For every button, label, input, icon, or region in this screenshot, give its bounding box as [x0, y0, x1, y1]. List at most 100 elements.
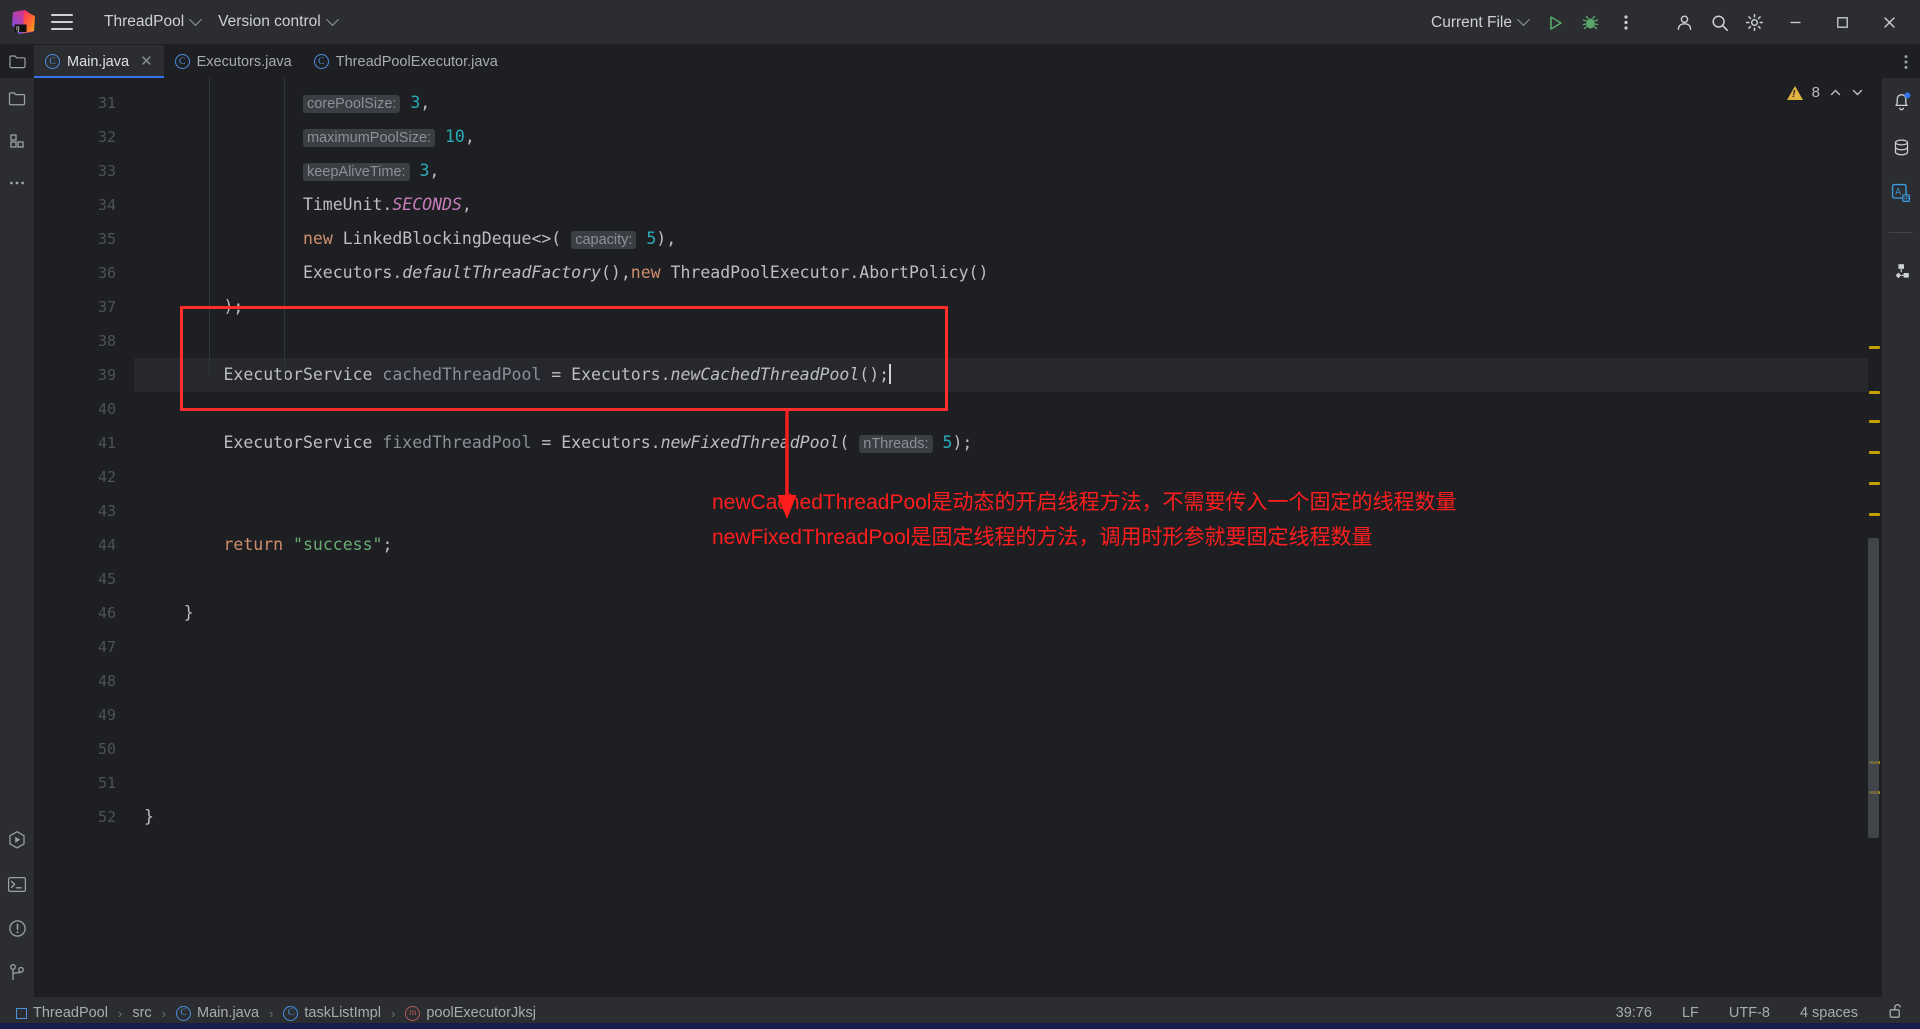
gear-icon — [1745, 13, 1764, 32]
breadcrumb-item-src[interactable]: src — [128, 1003, 155, 1023]
close-icon — [1884, 17, 1895, 28]
settings-button[interactable] — [1738, 6, 1771, 39]
indent-label[interactable]: 4 spaces — [1795, 1002, 1863, 1024]
editor-tab-executors-java[interactable]: C Executors.java — [164, 45, 303, 78]
breadcrumb-label: src — [132, 1005, 152, 1021]
version-control-tool-window-button[interactable] — [6, 961, 28, 983]
warning-stripe-mark[interactable] — [1869, 391, 1880, 394]
code-line-32[interactable]: maximumPoolSize: 10, — [134, 120, 1868, 154]
line-number[interactable]: 32 — [34, 120, 134, 154]
editor-tab-main-java[interactable]: C Main.java ✕ — [34, 45, 164, 78]
line-number[interactable]: 38 — [34, 324, 134, 358]
code-line-36[interactable]: Executors.defaultThreadFactory(),new Thr… — [134, 256, 1868, 290]
code-line-40[interactable] — [134, 392, 1868, 426]
line-number[interactable]: 46 — [34, 596, 134, 630]
line-number[interactable]: 39 — [34, 358, 134, 392]
warning-stripe-mark[interactable] — [1869, 346, 1880, 349]
account-button[interactable] — [1668, 6, 1701, 39]
database-tool-window-button[interactable] — [1890, 136, 1912, 158]
code-line-45[interactable] — [134, 562, 1868, 596]
code-line-47[interactable] — [134, 630, 1868, 664]
line-number[interactable]: 52 — [34, 800, 134, 834]
code-line-50[interactable] — [134, 732, 1868, 766]
tab-options-button[interactable] — [1904, 45, 1908, 78]
line-number[interactable]: 48 — [34, 664, 134, 698]
scrollbar-thumb[interactable] — [1868, 538, 1879, 838]
terminal-tool-window-button[interactable] — [6, 873, 28, 895]
line-number[interactable]: 49 — [34, 698, 134, 732]
chevron-down-icon[interactable] — [1851, 86, 1864, 99]
line-number[interactable]: 42 — [34, 460, 134, 494]
line-separator-label[interactable]: LF — [1677, 1002, 1704, 1024]
breadcrumb-separator: › — [269, 1005, 274, 1021]
more-actions-button[interactable] — [1609, 6, 1642, 39]
line-number[interactable]: 34 — [34, 188, 134, 222]
line-number-gutter[interactable]: 31 32 33 34 35 36 37 38 39 40 41 42 43 44 45 46 47 48 49 50… — [34, 78, 134, 997]
breadcrumb-item-threadpool[interactable]: ThreadPool — [12, 1003, 112, 1023]
code-line-46[interactable]: } — [134, 596, 1868, 630]
warning-stripe-mark[interactable] — [1869, 513, 1880, 516]
warning-stripe-mark[interactable] — [1869, 451, 1880, 454]
line-number[interactable]: 37 — [34, 290, 134, 324]
code-line-41[interactable]: ExecutorService fixedThreadPool = Execut… — [134, 426, 1868, 460]
breadcrumb-item-poolexecutorjksj[interactable]: m poolExecutorJksj — [401, 1003, 540, 1023]
run-configuration-selector[interactable]: Current File — [1422, 9, 1537, 37]
code-line-39[interactable]: ExecutorService cachedThreadPool = Execu… — [134, 358, 1868, 392]
title-bar-right-actions: Current File — [1422, 0, 1912, 45]
run-tool-window-button[interactable] — [6, 829, 28, 851]
line-number[interactable]: 45 — [34, 562, 134, 596]
caret-position-label[interactable]: 39:76 — [1611, 1002, 1657, 1024]
code-line-34[interactable]: TimeUnit.SECONDS, — [134, 188, 1868, 222]
error-stripe-scrollbar[interactable] — [1868, 78, 1882, 997]
line-number[interactable]: 33 — [34, 154, 134, 188]
line-number[interactable]: 41 — [34, 426, 134, 460]
main-menu-hamburger-icon[interactable] — [51, 14, 73, 30]
line-number[interactable]: 47 — [34, 630, 134, 664]
encoding-label[interactable]: UTF-8 — [1724, 1002, 1775, 1024]
warning-stripe-mark[interactable] — [1869, 420, 1880, 423]
inspections-widget[interactable]: 8 — [1786, 84, 1864, 101]
line-number[interactable]: 36 — [34, 256, 134, 290]
code-line-49[interactable] — [134, 698, 1868, 732]
version-control-widget[interactable]: Version control — [209, 8, 346, 36]
line-number[interactable]: 31 — [34, 86, 134, 120]
project-widget[interactable]: ThreadPool — [95, 8, 209, 36]
run-button[interactable] — [1539, 6, 1572, 39]
structure-tool-window-button[interactable] — [6, 130, 28, 152]
editor-tab-threadpoolexecutor-java[interactable]: C ThreadPoolExecutor.java — [303, 45, 509, 78]
breadcrumb-item-main-java[interactable]: C Main.java — [172, 1003, 263, 1023]
line-number[interactable]: 44 — [34, 528, 134, 562]
close-window-button[interactable] — [1867, 0, 1912, 45]
project-tool-window-button[interactable] — [6, 88, 28, 110]
notifications-bell-icon — [1894, 92, 1910, 111]
code-line-52[interactable]: } — [134, 800, 1868, 834]
translation-tool-window-button[interactable]: A 中 — [1890, 182, 1912, 204]
maximize-button[interactable] — [1820, 0, 1865, 45]
code-line-51[interactable] — [134, 766, 1868, 800]
notifications-button[interactable] — [1890, 90, 1912, 112]
code-line-35[interactable]: new LinkedBlockingDeque<>( capacity: 5), — [134, 222, 1868, 256]
code-line-37[interactable]: ); — [134, 290, 1868, 324]
code-line-48[interactable] — [134, 664, 1868, 698]
breadcrumb-item-tasklistimpl[interactable]: CtaskListImpl — [279, 1003, 385, 1023]
code-line-33[interactable]: keepAliveTime: 3, — [134, 154, 1868, 188]
search-everywhere-button[interactable] — [1703, 6, 1736, 39]
code-editor[interactable]: 31 32 33 34 35 36 37 38 39 40 41 42 43 44 45 46 47 48 49 50… — [34, 78, 1882, 997]
diagram-tool-window-button[interactable] — [1890, 261, 1912, 283]
code-line-38[interactable] — [134, 324, 1868, 358]
line-number[interactable]: 50 — [34, 732, 134, 766]
maximize-icon — [1837, 17, 1848, 28]
warning-stripe-mark[interactable] — [1869, 482, 1880, 485]
line-number[interactable]: 43 — [34, 494, 134, 528]
line-number[interactable]: 51 — [34, 766, 134, 800]
close-tab-icon[interactable]: ✕ — [140, 54, 153, 69]
more-tool-windows-button[interactable] — [6, 172, 28, 194]
minimize-button[interactable] — [1773, 0, 1818, 45]
line-number[interactable]: 40 — [34, 392, 134, 426]
line-number[interactable]: 35 — [34, 222, 134, 256]
code-line-31[interactable]: corePoolSize: 3, — [134, 86, 1868, 120]
chevron-up-icon[interactable] — [1829, 86, 1842, 99]
debug-button[interactable] — [1574, 6, 1607, 39]
problems-tool-window-button[interactable] — [6, 917, 28, 939]
